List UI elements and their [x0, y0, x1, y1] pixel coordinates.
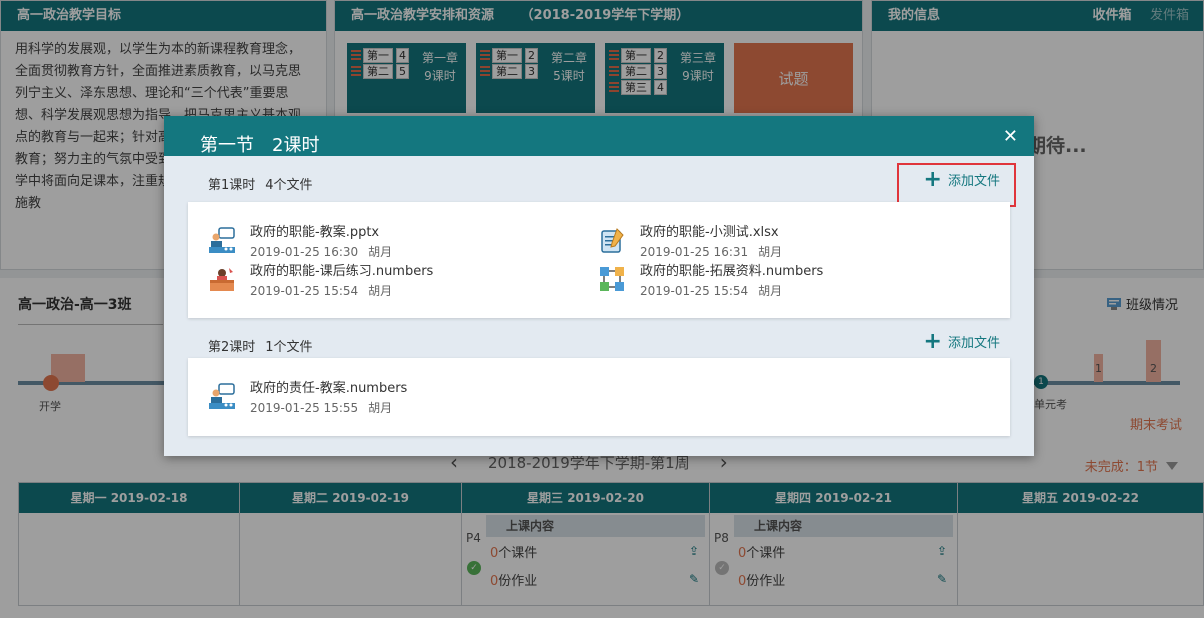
modal-title: 第一节 2课时	[200, 135, 320, 156]
lesson-period-label: 第1课时	[208, 178, 256, 193]
lesson-file-count: 1个文件	[265, 340, 313, 355]
file-name: 政府的职能-课后练习.numbers	[250, 264, 434, 279]
file-item[interactable]: 政府的职能-小测试.xlsx 2019-01-25 16:31 胡月	[598, 224, 782, 262]
close-icon[interactable]: ✕	[1003, 126, 1018, 147]
modal-header: 第一节 2课时 ✕	[164, 116, 1034, 156]
lesson-section-label: 第2课时 1个文件	[208, 336, 313, 355]
file-name: 政府的职能-拓展资料.numbers	[640, 264, 824, 279]
exercise-icon	[210, 268, 234, 291]
file-name: 政府的责任-教案.numbers	[250, 381, 408, 396]
file-item[interactable]: 政府的责任-教案.numbers 2019-01-25 15:55 胡月	[208, 380, 407, 418]
file-author: 胡月	[368, 284, 393, 298]
add-file-label: 添加文件	[947, 174, 1000, 189]
lecture-icon	[209, 383, 235, 409]
file-meta: 2019-01-25 16:31 胡月	[640, 242, 782, 262]
lesson-section-header: 第2课时 1个文件 + 添加文件	[164, 318, 1034, 362]
file-card: 政府的职能-教案.pptx 2019-01-25 16:30 胡月 政府的职能-小…	[188, 202, 1010, 318]
quiz-icon	[601, 228, 624, 253]
lesson-section-label: 第1课时 4个文件	[208, 174, 313, 193]
file-meta: 2019-01-25 16:30 胡月	[250, 242, 392, 262]
add-file-label: 添加文件	[947, 336, 1000, 351]
file-name: 政府的职能-小测试.xlsx	[640, 225, 779, 240]
lesson-files-modal: 第一节 2课时 ✕ 第1课时 4个文件 + 添加文件 政府的职能-教案.pptx …	[164, 116, 1034, 456]
file-author: 胡月	[758, 245, 783, 259]
file-meta: 2019-01-25 15:55 胡月	[250, 398, 407, 418]
plus-icon: +	[923, 328, 942, 354]
file-item[interactable]: 政府的职能-课后练习.numbers 2019-01-25 15:54 胡月	[208, 263, 433, 301]
file-date: 2019-01-25 16:31	[640, 245, 749, 259]
file-author: 胡月	[758, 284, 783, 298]
file-date: 2019-01-25 16:30	[250, 245, 359, 259]
plus-icon: +	[923, 166, 942, 192]
extension-icon	[600, 267, 624, 291]
file-date: 2019-01-25 15:55	[250, 401, 359, 415]
file-meta: 2019-01-25 15:54 胡月	[640, 281, 823, 301]
file-date: 2019-01-25 15:54	[640, 284, 749, 298]
add-file-button[interactable]: + 添加文件	[923, 166, 1000, 192]
file-author: 胡月	[368, 401, 393, 415]
file-meta: 2019-01-25 15:54 胡月	[250, 281, 433, 301]
file-card: 政府的责任-教案.numbers 2019-01-25 15:55 胡月	[188, 358, 1010, 436]
lecture-icon	[209, 227, 235, 253]
file-name: 政府的职能-教案.pptx	[250, 225, 380, 240]
file-date: 2019-01-25 15:54	[250, 284, 359, 298]
file-item[interactable]: 政府的职能-拓展资料.numbers 2019-01-25 15:54 胡月	[598, 263, 823, 301]
lesson-file-count: 4个文件	[265, 178, 313, 193]
file-item[interactable]: 政府的职能-教案.pptx 2019-01-25 16:30 胡月	[208, 224, 392, 262]
file-author: 胡月	[368, 245, 393, 259]
lesson-period-label: 第2课时	[208, 340, 256, 355]
lesson-section-header: 第1课时 4个文件 + 添加文件	[164, 156, 1034, 207]
add-file-button[interactable]: + 添加文件	[923, 328, 1000, 354]
